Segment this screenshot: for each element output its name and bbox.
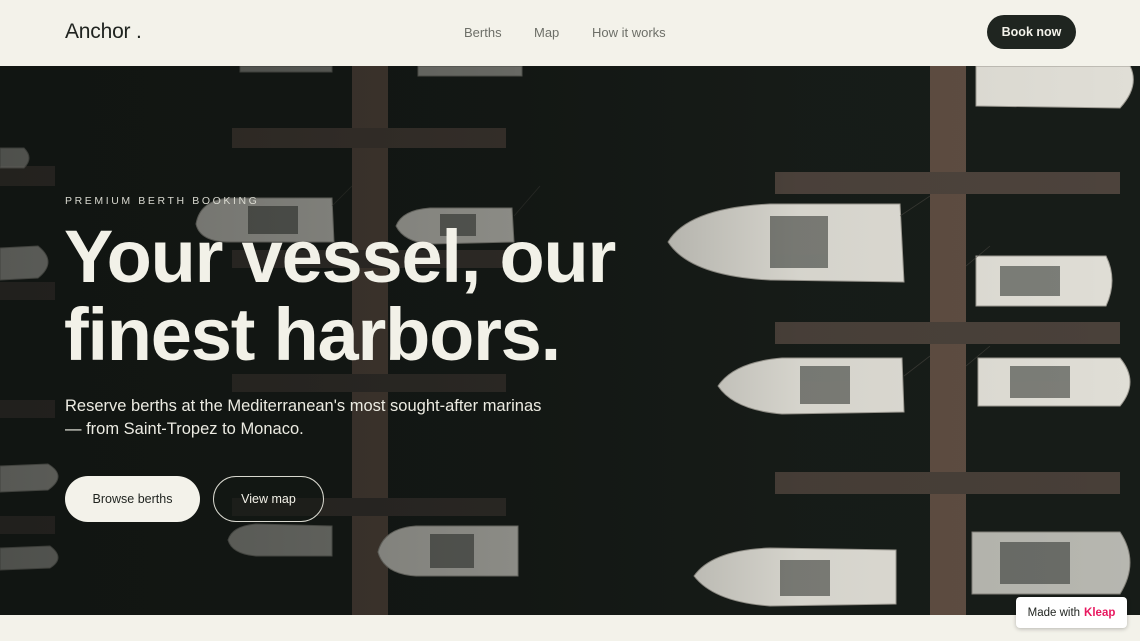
browse-berths-button[interactable]: Browse berths bbox=[65, 476, 200, 522]
hero-subtext: Reserve berths at the Mediterranean's mo… bbox=[65, 397, 542, 438]
hero-headline-line-2: finest harbors. bbox=[64, 293, 561, 376]
badge-brand: Kleap bbox=[1084, 606, 1116, 619]
made-with-kleap-badge[interactable]: Made with Kleap bbox=[1016, 597, 1127, 628]
site-header: Anchor . Berths Map How it works Book no… bbox=[0, 0, 1140, 66]
page-footer-strip bbox=[0, 615, 1140, 641]
hero-headline: Your vessel, our finest harbors. bbox=[64, 218, 704, 374]
logo[interactable]: Anchor . bbox=[65, 20, 142, 44]
hero-headline-line-1: Your vessel, our bbox=[64, 215, 616, 298]
book-now-button[interactable]: Book now bbox=[987, 15, 1076, 49]
nav-link-berths[interactable]: Berths bbox=[464, 25, 502, 40]
view-map-button[interactable]: View map bbox=[213, 476, 324, 522]
hero-eyebrow: PREMIUM BERTH BOOKING bbox=[65, 195, 260, 207]
badge-prefix: Made with bbox=[1027, 606, 1081, 619]
hero-section: PREMIUM BERTH BOOKING Your vessel, our f… bbox=[0, 66, 1140, 615]
nav-link-map[interactable]: Map bbox=[534, 25, 559, 40]
nav-link-how-it-works[interactable]: How it works bbox=[592, 25, 666, 40]
